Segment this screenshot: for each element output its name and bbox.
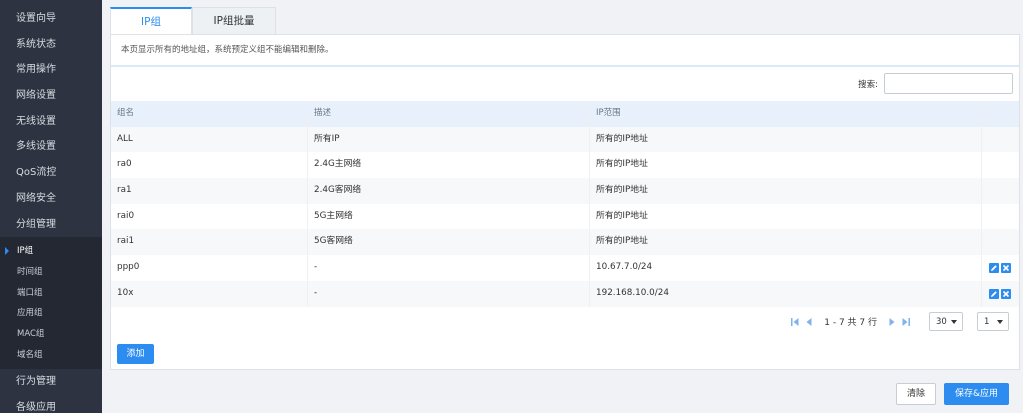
cell-name: ppp0: [117, 262, 140, 273]
sidebar-item-behavior-management[interactable]: 行为管理: [0, 369, 102, 395]
cell-name: ra1: [117, 185, 132, 196]
chevron-down-icon: [951, 320, 957, 324]
cell-desc: -: [307, 280, 589, 307]
sidebar: 设置向导 系统状态 常用操作 网络设置 无线设置 多线设置 QoS流控 网络安全…: [0, 0, 102, 413]
delete-icon[interactable]: [1001, 262, 1011, 273]
cell-range: 所有的IP地址: [589, 178, 981, 204]
table-row[interactable]: ALL 所有IP 所有的IP地址: [111, 126, 1019, 153]
next-page-icon[interactable]: [887, 317, 897, 327]
table-row[interactable]: rai0 5G主网络 所有的IP地址: [111, 203, 1019, 230]
cell-name: rai1: [117, 236, 135, 247]
cell-desc: -: [307, 255, 589, 281]
sidebar-subitem-port-group[interactable]: 端口组: [0, 283, 102, 304]
cell-actions: [981, 280, 1019, 307]
cell-name: ALL: [117, 133, 133, 144]
cell-actions: [981, 255, 1019, 281]
main-panel: 本页显示所有的地址组，系统预定义组不能编辑和删除。 搜索: 组名 描述 IP范围…: [110, 34, 1020, 370]
cell-range: 10.67.7.0/24: [589, 255, 981, 281]
info-text: 本页显示所有的地址组，系统预定义组不能编辑和删除。: [111, 35, 1019, 67]
sidebar-item-multiline-settings[interactable]: 多线设置: [0, 134, 102, 160]
sidebar-subitem-ip-group[interactable]: IP组: [0, 241, 102, 262]
cell-desc: 所有IP: [307, 126, 589, 153]
cell-range: 192.168.10.0/24: [589, 280, 981, 307]
cell-name: 10x: [117, 287, 134, 298]
cell-name: rai0: [117, 210, 135, 221]
cell-range: 所有的IP地址: [589, 152, 981, 179]
sidebar-subitem-label: IP组: [17, 246, 34, 257]
sidebar-item-network-settings[interactable]: 网络设置: [0, 83, 102, 109]
search-bar: 搜索:: [858, 73, 1013, 94]
clear-button[interactable]: 清除: [896, 383, 936, 405]
cell-actions: [981, 203, 1019, 230]
prev-page-icon[interactable]: [804, 317, 814, 327]
edit-icon[interactable]: [989, 288, 999, 299]
cell-actions: [981, 126, 1019, 153]
sidebar-item-system-status[interactable]: 系统状态: [0, 32, 102, 58]
cell-desc: 5G客网络: [307, 229, 589, 256]
cell-range: 所有的IP地址: [589, 229, 981, 256]
sidebar-subitem-mac-group[interactable]: MAC组: [0, 324, 102, 345]
last-page-icon[interactable]: [901, 317, 911, 327]
caret-right-icon: [5, 247, 9, 256]
table-header: 组名 描述 IP范围: [111, 101, 1019, 127]
sidebar-item-common-ops[interactable]: 常用操作: [0, 57, 102, 83]
save-apply-button[interactable]: 保存&应用: [944, 383, 1009, 405]
ip-group-table: 组名 描述 IP范围 ALL 所有IP 所有的IP地址 ra0 2.4G主网络 …: [111, 101, 1019, 307]
cell-actions: [981, 229, 1019, 256]
page-size-value: 30: [936, 316, 947, 327]
cell-range: 所有的IP地址: [589, 126, 981, 153]
pagination: 1 - 7 共 7 行 30 1: [790, 312, 1009, 331]
search-label: 搜索:: [858, 79, 878, 90]
page-size-select[interactable]: 30: [929, 312, 963, 331]
cell-actions: [981, 178, 1019, 204]
column-header-actions: [981, 101, 1019, 127]
tab-ip-group[interactable]: IP组: [110, 7, 192, 34]
table-row[interactable]: ra1 2.4G客网络 所有的IP地址: [111, 178, 1019, 204]
sidebar-item-qos[interactable]: QoS流控: [0, 160, 102, 186]
tab-bar: IP组 IP组批量: [110, 7, 276, 34]
search-input[interactable]: [884, 73, 1013, 94]
sidebar-item-setup-wizard[interactable]: 设置向导: [0, 6, 102, 32]
page-number-select[interactable]: 1: [977, 312, 1009, 331]
page-number-value: 1: [984, 316, 990, 327]
delete-icon[interactable]: [1001, 288, 1011, 299]
column-header-desc[interactable]: 描述: [307, 101, 589, 127]
table-row[interactable]: rai1 5G客网络 所有的IP地址: [111, 229, 1019, 256]
sidebar-subitem-time-group[interactable]: 时间组: [0, 262, 102, 283]
sidebar-item-group-management[interactable]: 分组管理: [0, 212, 102, 238]
column-header-range[interactable]: IP范围: [589, 101, 981, 127]
cell-desc: 2.4G主网络: [307, 152, 589, 179]
sidebar-submenu: IP组 时间组 端口组 应用组 MAC组 域名组: [0, 237, 102, 370]
cell-range: 所有的IP地址: [589, 203, 981, 230]
sidebar-item-advanced-apps[interactable]: 各级应用: [0, 395, 102, 413]
sidebar-item-network-security[interactable]: 网络安全: [0, 186, 102, 212]
table-row[interactable]: 10x - 192.168.10.0/24: [111, 280, 1019, 307]
cell-actions: [981, 152, 1019, 179]
sidebar-subitem-domain-group[interactable]: 域名组: [0, 345, 102, 366]
column-header-name[interactable]: 组名: [111, 101, 307, 127]
sidebar-subitem-app-group[interactable]: 应用组: [0, 303, 102, 324]
add-button[interactable]: 添加: [117, 344, 154, 364]
table-row[interactable]: ra0 2.4G主网络 所有的IP地址: [111, 152, 1019, 179]
cell-desc: 2.4G客网络: [307, 178, 589, 204]
edit-icon[interactable]: [989, 262, 999, 273]
first-page-icon[interactable]: [790, 317, 800, 327]
pagination-info: 1 - 7 共 7 行: [824, 318, 877, 328]
cell-desc: 5G主网络: [307, 203, 589, 230]
cell-name: ra0: [117, 159, 132, 170]
chevron-down-icon: [997, 320, 1003, 324]
sidebar-item-wireless-settings[interactable]: 无线设置: [0, 109, 102, 135]
tab-ip-group-batch[interactable]: IP组批量: [192, 7, 276, 34]
table-row[interactable]: ppp0 - 10.67.7.0/24: [111, 255, 1019, 281]
